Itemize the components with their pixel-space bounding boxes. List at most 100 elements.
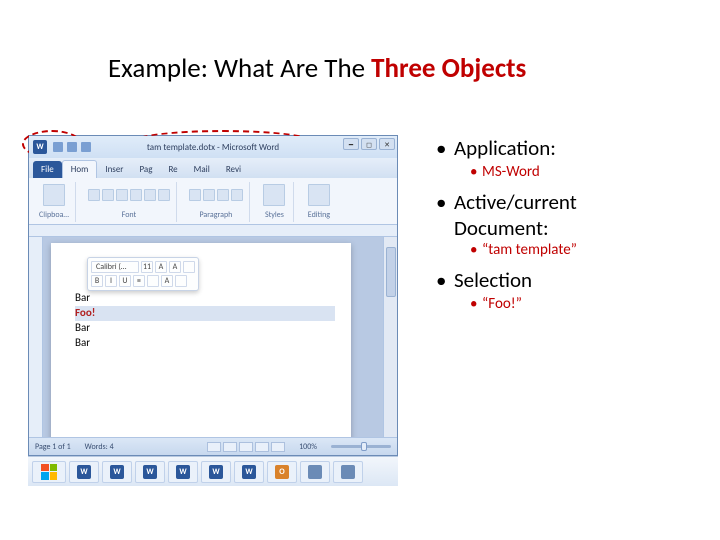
taskbar-item-generic-1[interactable]: [300, 461, 330, 483]
bullet-selection-sub: “Foo!”: [430, 295, 680, 313]
taskbar-item-word-2[interactable]: W: [102, 461, 132, 483]
start-button[interactable]: [32, 461, 66, 483]
group-editing-label: Editing: [308, 210, 330, 220]
tab-page-layout[interactable]: Pag: [131, 161, 160, 178]
underline-icon[interactable]: [116, 189, 128, 201]
taskbar-item-word-6[interactable]: W: [234, 461, 264, 483]
taskbar-item-word-3[interactable]: W: [135, 461, 165, 483]
title-highlight: Three Objects: [371, 52, 526, 85]
find-icon[interactable]: [308, 184, 330, 206]
maximize-button[interactable]: ◻: [361, 138, 377, 150]
windows-logo-icon: [41, 464, 57, 480]
ribbon: Clipboa… Font: [29, 178, 397, 225]
bullet-document-sub: “tam template”: [430, 241, 680, 259]
close-button[interactable]: ✕: [379, 138, 395, 150]
word-icon: W: [77, 465, 91, 479]
group-paragraph: Paragraph: [183, 182, 250, 222]
word-icon: W: [110, 465, 124, 479]
bullets-icon[interactable]: [189, 189, 201, 201]
mini-underline-icon[interactable]: U: [119, 275, 131, 287]
app-icon: [308, 465, 322, 479]
bold-icon[interactable]: [88, 189, 100, 201]
doc-line-4[interactable]: Bar: [75, 336, 335, 351]
taskbar-item-generic-2[interactable]: [333, 461, 363, 483]
tab-review[interactable]: Revi: [218, 161, 249, 178]
horizontal-ruler[interactable]: [29, 225, 397, 237]
quick-access-toolbar[interactable]: [53, 142, 91, 152]
mini-bold-icon[interactable]: B: [91, 275, 103, 287]
bullet-document-line2: •Document:: [430, 215, 680, 241]
numbering-icon[interactable]: [203, 189, 215, 201]
italic-icon[interactable]: [102, 189, 114, 201]
taskbar-item-word-1[interactable]: W: [69, 461, 99, 483]
bullet-document-line1: Active/current: [430, 189, 680, 215]
taskbar-item-word-4[interactable]: W: [168, 461, 198, 483]
tab-mailings[interactable]: Mail: [186, 161, 218, 178]
mini-format-painter-icon[interactable]: [175, 275, 187, 287]
print-layout-view-icon[interactable]: [207, 442, 221, 452]
qat-redo-icon[interactable]: [81, 142, 91, 152]
screenshot-column: W tam template.dotx - Microsoft Word ━ ◻…: [28, 135, 398, 486]
zoom-value[interactable]: 100%: [299, 442, 317, 452]
titlebar: W tam template.dotx - Microsoft Word ━ ◻…: [29, 136, 397, 158]
minimize-button[interactable]: ━: [343, 138, 359, 150]
doc-line-3[interactable]: Bar: [75, 321, 335, 336]
bullet-application: Application:: [430, 135, 680, 161]
outlook-icon: O: [275, 465, 289, 479]
document-body: Calibri (… 11 A A B I U ≡: [29, 237, 397, 437]
group-font: Font: [82, 182, 177, 222]
web-layout-view-icon[interactable]: [239, 442, 253, 452]
mini-font-color-icon[interactable]: A: [161, 275, 173, 287]
outline-view-icon[interactable]: [255, 442, 269, 452]
align-center-icon[interactable]: [231, 189, 243, 201]
paste-icon[interactable]: [43, 184, 65, 206]
windows-taskbar: W W W W W W O: [28, 456, 398, 486]
app-icon: [341, 465, 355, 479]
draft-view-icon[interactable]: [271, 442, 285, 452]
status-page: Page 1 of 1: [35, 442, 71, 452]
bullet-selection: Selection: [430, 267, 680, 293]
taskbar-item-outlook[interactable]: O: [267, 461, 297, 483]
doc-line-1[interactable]: Bar: [75, 291, 335, 306]
zoom-slider-knob[interactable]: [361, 442, 367, 451]
mini-align-icon[interactable]: ≡: [133, 275, 145, 287]
group-clipboard: Clipboa…: [33, 182, 76, 222]
vertical-ruler[interactable]: [29, 237, 43, 437]
tab-references[interactable]: Re: [160, 161, 185, 178]
zoom-slider[interactable]: [331, 445, 391, 448]
window-controls: ━ ◻ ✕: [343, 138, 395, 150]
mini-highlight-icon[interactable]: [147, 275, 159, 287]
mini-font-selector[interactable]: Calibri (…: [91, 261, 139, 273]
tab-file[interactable]: File: [33, 161, 62, 178]
mini-font-size-selector[interactable]: 11: [141, 261, 153, 273]
full-screen-view-icon[interactable]: [223, 442, 237, 452]
taskbar-item-word-5[interactable]: W: [201, 461, 231, 483]
tab-insert[interactable]: Inser: [97, 161, 131, 178]
scrollbar-thumb[interactable]: [386, 247, 396, 297]
group-clipboard-label: Clipboa…: [39, 210, 69, 220]
bullets-column: Application: MS-Word Active/current •Doc…: [398, 135, 680, 486]
text-effects-icon[interactable]: [144, 189, 156, 201]
vertical-scrollbar[interactable]: [383, 237, 397, 437]
align-left-icon[interactable]: [217, 189, 229, 201]
word-app-icon: W: [33, 140, 47, 154]
font-color-icon[interactable]: [130, 189, 142, 201]
mini-toolbar[interactable]: Calibri (… 11 A A B I U ≡: [87, 257, 199, 291]
title-prefix: Example: What Are The: [108, 52, 371, 85]
page-pane: Calibri (… 11 A A B I U ≡: [43, 237, 383, 437]
mini-grow-font-icon[interactable]: A: [155, 261, 167, 273]
doc-line-2-selected[interactable]: Foo!: [75, 306, 335, 321]
highlight-icon[interactable]: [158, 189, 170, 201]
mini-styles-icon[interactable]: [183, 261, 195, 273]
qat-undo-icon[interactable]: [67, 142, 77, 152]
tab-home[interactable]: Hom: [62, 160, 98, 178]
document-page[interactable]: Calibri (… 11 A A B I U ≡: [51, 243, 351, 437]
mini-shrink-font-icon[interactable]: A: [169, 261, 181, 273]
word-icon: W: [242, 465, 256, 479]
qat-save-icon[interactable]: [53, 142, 63, 152]
mini-italic-icon[interactable]: I: [105, 275, 117, 287]
group-editing: Editing: [300, 182, 338, 222]
bullet-application-sub: MS-Word: [430, 163, 680, 181]
word-icon: W: [143, 465, 157, 479]
styles-icon[interactable]: [263, 184, 285, 206]
